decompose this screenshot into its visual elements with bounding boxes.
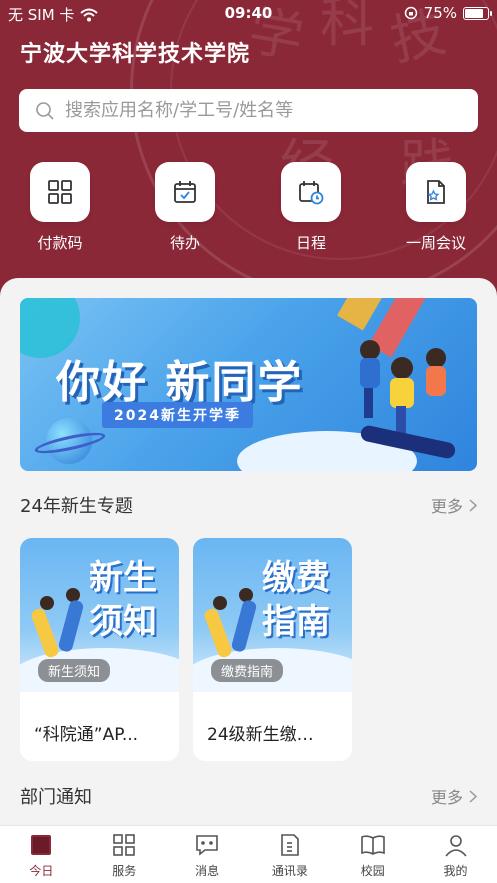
chevron-right-icon bbox=[469, 789, 477, 803]
tab-services[interactable]: 服务 bbox=[83, 826, 166, 883]
card-art-text: 缴费 指南 bbox=[262, 558, 330, 642]
quick-action-payment-code[interactable]: 付款码 bbox=[15, 162, 105, 253]
quick-action-label: 待办 bbox=[169, 234, 200, 252]
welcome-banner[interactable]: 你好 新同学 2024新生开学季 bbox=[20, 298, 477, 471]
user-icon bbox=[444, 835, 467, 857]
quick-action-label: 日程 bbox=[295, 234, 326, 252]
today-icon bbox=[31, 835, 52, 855]
card-image: 缴费 指南 缴费指南 bbox=[193, 538, 352, 692]
quick-action-weekly-meeting[interactable]: 一周会议 bbox=[391, 162, 481, 253]
tab-messages[interactable]: 消息 bbox=[166, 826, 249, 883]
card-image: 新生 须知 新生须知 bbox=[20, 538, 179, 692]
status-bar: 无 SIM 卡 09:40 75% bbox=[0, 0, 497, 26]
chevron-right-icon bbox=[469, 498, 477, 512]
banner-subtitle: 2024新生开学季 bbox=[102, 402, 253, 428]
contacts-icon bbox=[281, 834, 299, 856]
card-caption: 24级新生缴… bbox=[207, 725, 314, 745]
todo-calendar-icon bbox=[174, 181, 196, 203]
banner-title: 你好 新同学 bbox=[56, 357, 304, 408]
meeting-doc-icon bbox=[427, 180, 445, 204]
section-header-freshman: 24年新生专题 更多 bbox=[20, 492, 477, 518]
tab-contacts[interactable]: 通讯录 bbox=[248, 826, 331, 883]
tab-me[interactable]: 我的 bbox=[414, 826, 497, 883]
more-link[interactable]: 更多 bbox=[431, 493, 477, 517]
card-tag: 新生须知 bbox=[38, 659, 111, 682]
quick-action-schedule[interactable]: 日程 bbox=[266, 162, 356, 253]
qr-code-icon bbox=[48, 180, 72, 204]
topic-card[interactable]: 缴费 指南 缴费指南 24级新生缴… bbox=[193, 538, 352, 761]
page-title: 宁波大学科学技术学院 bbox=[20, 42, 251, 67]
tab-today[interactable]: 今日 bbox=[0, 826, 83, 883]
topic-card[interactable]: 新生 须知 新生须知 “科院通”AP... bbox=[20, 538, 179, 761]
battery-percent: 75% bbox=[423, 4, 457, 22]
quick-action-label: 付款码 bbox=[37, 234, 83, 252]
search-bar[interactable] bbox=[19, 89, 478, 132]
orientation-lock-icon bbox=[404, 6, 417, 20]
book-icon bbox=[360, 835, 385, 855]
search-input[interactable] bbox=[65, 100, 445, 121]
card-caption: “科院通”AP... bbox=[34, 725, 139, 745]
card-art-text: 新生 须知 bbox=[89, 558, 157, 642]
grid-icon bbox=[113, 834, 136, 856]
quick-action-label: 一周会议 bbox=[405, 234, 466, 252]
bottom-tab-bar: 今日 服务 消息 通讯录 校园 我的 bbox=[0, 825, 497, 883]
battery-icon bbox=[463, 6, 492, 20]
message-icon bbox=[196, 835, 218, 856]
more-link[interactable]: 更多 bbox=[431, 784, 477, 808]
students-illustration bbox=[360, 340, 446, 434]
section-title: 24年新生专题 bbox=[20, 496, 133, 517]
section-header-notice: 部门通知 更多 bbox=[20, 783, 477, 809]
search-icon bbox=[36, 101, 54, 120]
card-tag: 缴费指南 bbox=[211, 659, 284, 682]
schedule-icon bbox=[299, 181, 324, 205]
section-title: 部门通知 bbox=[20, 787, 92, 808]
tab-campus[interactable]: 校园 bbox=[331, 826, 414, 883]
quick-action-todo[interactable]: 待办 bbox=[140, 162, 230, 253]
